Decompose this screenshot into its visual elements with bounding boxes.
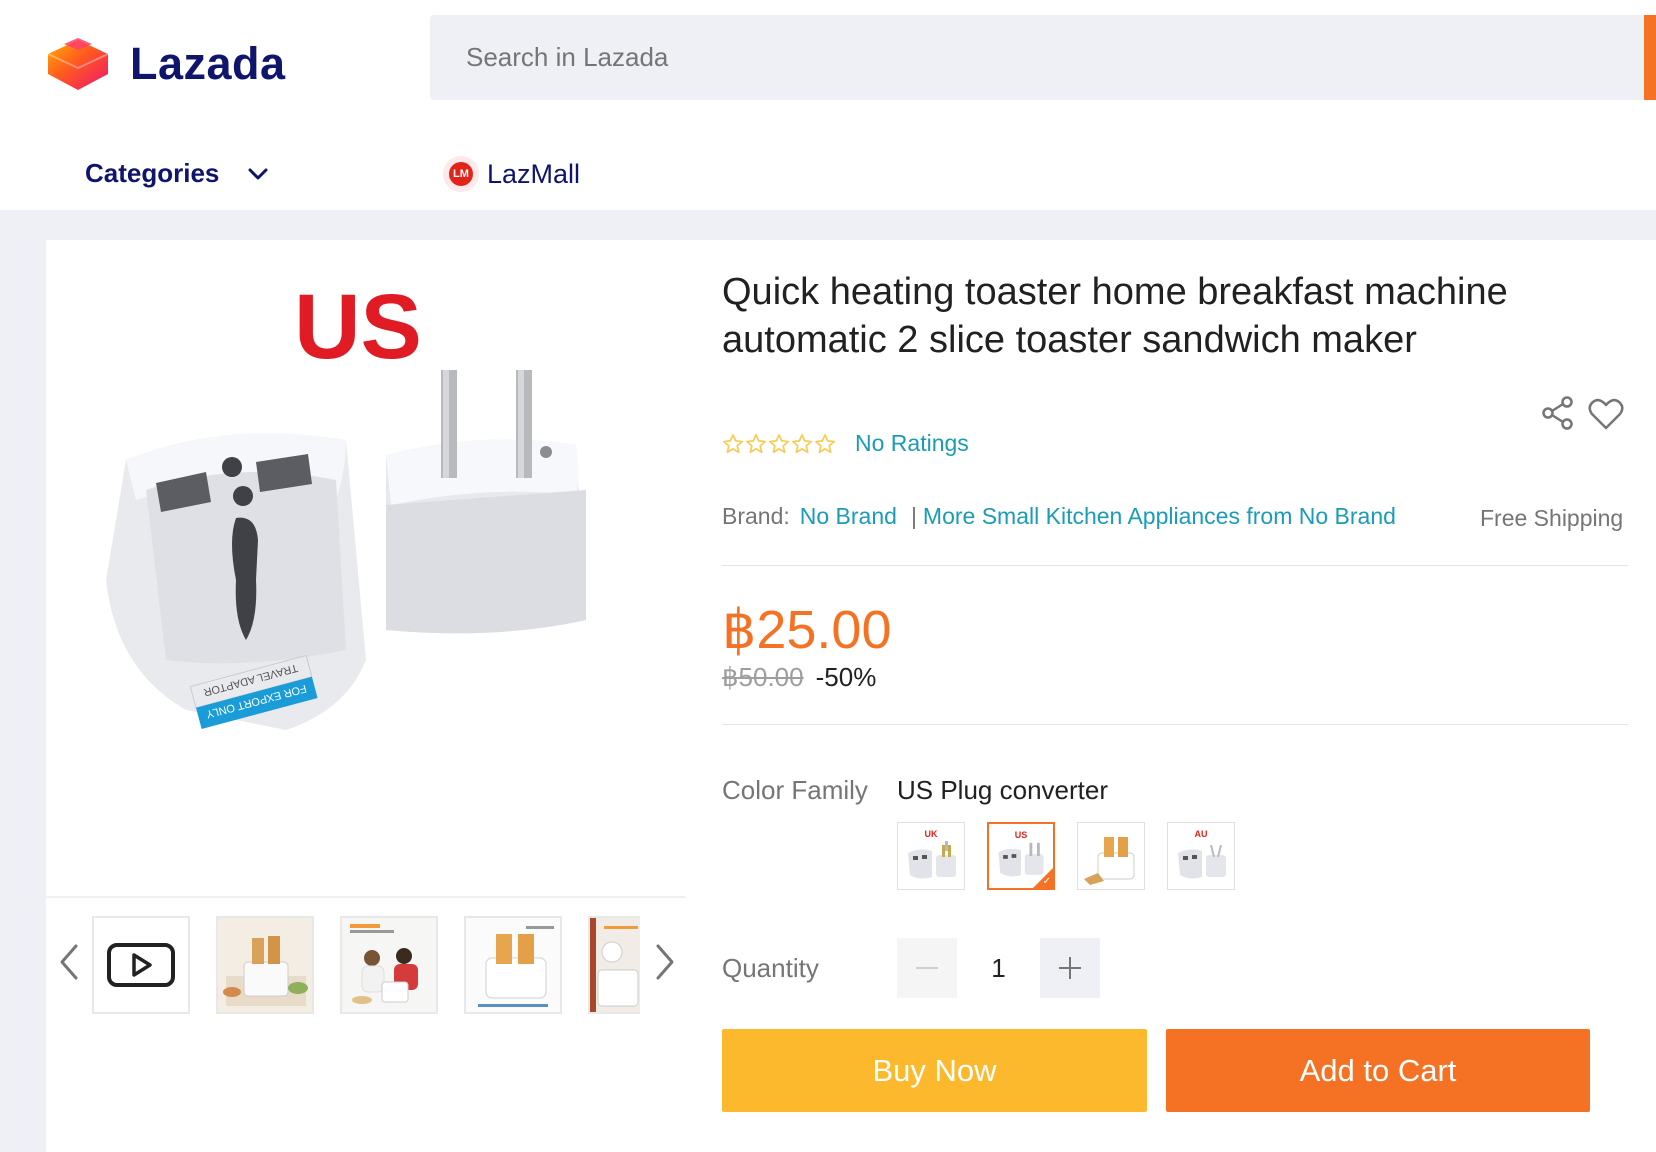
minus-icon — [916, 967, 938, 969]
lazmall-badge-text: LM — [449, 162, 473, 186]
thumbnail-toaster-partial[interactable] — [588, 916, 640, 1014]
star-outline-icon — [815, 433, 835, 453]
lazmall-icon: LM — [443, 156, 479, 192]
plug-adapter-image: US TRAVEL ADAPTOR FOR EXPORT ONLY — [106, 276, 586, 730]
lazada-logo[interactable]: Lazada — [44, 36, 286, 92]
share-icon[interactable] — [1540, 395, 1576, 431]
categories-menu[interactable]: Categories — [85, 158, 269, 189]
thumbnail-video[interactable] — [92, 916, 190, 1014]
current-price: ฿25.00 — [722, 600, 892, 660]
brand-row: Brand: No Brand | More Small Kitchen App… — [722, 503, 1396, 530]
checkmark-icon: ✓ — [1042, 876, 1051, 887]
brand-separator: | — [910, 503, 917, 529]
quantity-increment-button[interactable] — [1040, 938, 1100, 998]
swatch-tag: AU — [1194, 829, 1208, 839]
more-from-brand-link[interactable]: More Small Kitchen Appliances from No Br… — [923, 503, 1396, 530]
swatch-tag: US — [1014, 830, 1028, 840]
divider — [722, 724, 1628, 725]
ratings-row: No Ratings — [722, 430, 969, 457]
buy-now-button[interactable]: Buy Now — [722, 1029, 1147, 1112]
categories-label: Categories — [85, 158, 220, 188]
thumbnail-image — [218, 918, 312, 1012]
quantity-input[interactable] — [957, 938, 1040, 998]
color-option-uk[interactable]: UK — [897, 822, 965, 890]
original-price: ฿50.00 — [722, 662, 804, 692]
lazmall-label: LazMall — [487, 158, 581, 189]
no-ratings-link[interactable]: No Ratings — [855, 430, 969, 457]
brand-label: Brand: — [722, 503, 790, 529]
lazada-logo-icon — [47, 38, 109, 90]
divider — [722, 565, 1628, 566]
main-product-image[interactable]: US TRAVEL ADAPTOR FOR EXPORT ONLY — [46, 240, 686, 896]
image-caption: US — [294, 276, 422, 378]
star-outline-icon — [769, 433, 789, 453]
product-title: Quick heating toaster home breakfast mac… — [722, 271, 1508, 361]
thumbnail-strip — [46, 910, 686, 1020]
search-input[interactable] — [430, 15, 1656, 100]
color-option-us[interactable]: US ✓ — [987, 822, 1055, 890]
quantity-decrement-button[interactable] — [897, 938, 957, 998]
color-option-au[interactable]: AU — [1167, 822, 1235, 890]
thumbnail-image — [590, 918, 640, 1012]
thumbnail-image — [342, 918, 436, 1012]
thumbnail-toaster-with-toast[interactable] — [216, 916, 314, 1014]
star-outline-icon — [723, 433, 743, 453]
lazmall-link[interactable]: LM LazMall — [443, 156, 580, 192]
star-outline-icon — [792, 433, 812, 453]
chevron-right-icon[interactable] — [650, 942, 680, 982]
color-family-label: Color Family — [722, 775, 868, 805]
thumbnail-toaster-white[interactable] — [464, 916, 562, 1014]
plus-icon — [1059, 957, 1081, 979]
thumbnail-image — [466, 918, 560, 1012]
site-header: Lazada Categories LM LazMall — [0, 0, 1656, 210]
star-outline-icon — [746, 433, 766, 453]
heart-icon[interactable] — [1588, 397, 1624, 431]
rating-stars — [722, 433, 837, 455]
logo-text: Lazada — [130, 38, 286, 89]
quantity-label: Quantity — [722, 953, 819, 983]
free-shipping-text: Free Shipping — [1480, 505, 1624, 531]
thumbnail-people-with-toaster[interactable] — [340, 916, 438, 1014]
gallery-divider — [46, 896, 686, 898]
chevron-down-icon — [248, 168, 268, 179]
original-price-row: ฿50.00 -50% — [722, 662, 876, 693]
chevron-left-icon[interactable] — [54, 942, 84, 982]
play-icon — [107, 943, 175, 987]
swatch-tag: UK — [924, 829, 938, 839]
socket-adapter-graphic: TRAVEL ADAPTOR FOR EXPORT ONLY — [106, 433, 366, 730]
brand-link[interactable]: No Brand — [800, 503, 897, 530]
add-to-cart-button[interactable]: Add to Cart — [1166, 1029, 1590, 1112]
color-family-value: US Plug converter — [897, 775, 1108, 805]
search-bar — [430, 15, 1656, 100]
swatch-image — [1084, 837, 1135, 885]
color-option-toaster[interactable] — [1077, 822, 1145, 890]
search-button[interactable] — [1644, 15, 1656, 100]
plug-adapter-graphic — [386, 370, 586, 634]
discount-badge: -50% — [815, 662, 877, 692]
